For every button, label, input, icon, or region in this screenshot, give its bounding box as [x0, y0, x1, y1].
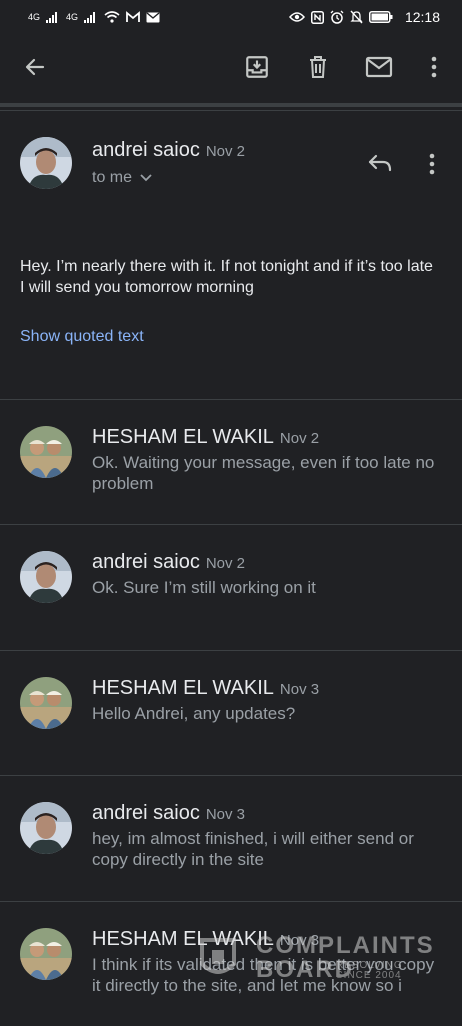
- header-divider: [0, 103, 462, 107]
- bell-off-icon: [350, 10, 363, 24]
- message-row[interactable]: andrei saioc Nov 2 Ok. Sure I’m still wor…: [0, 524, 462, 649]
- alarm-icon: [330, 10, 344, 24]
- message-date: Nov 2: [205, 143, 246, 160]
- sender-name: HESHAM EL WAKIL Nov 3: [92, 677, 319, 700]
- signal-icon: [84, 12, 96, 23]
- sender-name-text: andrei saioc: [92, 139, 200, 161]
- sender-name-text: HESHAM EL WAKIL: [92, 426, 274, 448]
- message-row[interactable]: HESHAM EL WAKIL Nov 2 Ok. Waiting your me…: [0, 399, 462, 524]
- mail-notification-icon: [146, 11, 160, 22]
- avatar-andrei: [20, 137, 72, 189]
- archive-icon: [246, 56, 268, 78]
- avatar-hesham: [20, 928, 72, 980]
- avatar: [20, 677, 72, 729]
- chevron-down-icon: [140, 174, 152, 182]
- archive-button[interactable]: [242, 52, 272, 82]
- avatar: [20, 426, 72, 478]
- trash-icon: [310, 56, 326, 78]
- wifi-icon: [104, 11, 120, 23]
- avatar: [20, 551, 72, 603]
- watermark-logo-icon: [200, 938, 236, 974]
- status-right: 12:18: [288, 9, 440, 25]
- avatar[interactable]: [20, 137, 72, 189]
- network-label-2: 4G: [66, 11, 79, 22]
- message-snippet: Ok. Sure I’m still working on it: [92, 578, 316, 597]
- message-date: Nov 2: [205, 555, 246, 572]
- avatar-andrei: [20, 551, 72, 603]
- recipient-details[interactable]: to me: [92, 169, 152, 187]
- watermark-since: SINCE 2004: [336, 970, 402, 981]
- message-more-button[interactable]: [424, 151, 440, 177]
- show-quoted-text-link[interactable]: Show quoted text: [20, 328, 144, 346]
- more-vert-icon: [431, 56, 437, 78]
- message-row[interactable]: HESHAM EL WAKIL Nov 3 Hello Andrei, any u…: [0, 650, 462, 775]
- recipient-label: to me: [92, 169, 133, 186]
- avatar-hesham: [20, 677, 72, 729]
- reply-icon: [368, 154, 392, 172]
- back-button[interactable]: [20, 52, 50, 82]
- message-snippet: hey, im almost finished, i will either s…: [92, 829, 414, 869]
- eye-icon: [288, 12, 305, 22]
- battery-icon: [368, 11, 393, 23]
- more-options-button[interactable]: [419, 52, 449, 82]
- message-date: Nov 3: [279, 681, 320, 698]
- avatar: [20, 802, 72, 854]
- message-date: Nov 3: [205, 806, 246, 823]
- nfc-icon: [310, 10, 324, 24]
- message-date: Nov 2: [279, 430, 320, 447]
- avatar-hesham: [20, 426, 72, 478]
- more-vert-icon: [429, 153, 435, 175]
- complaints-board-watermark: COMPLAINTS BOARD RESOLVING SINCE 2004: [198, 930, 433, 983]
- top-app-bar: [0, 34, 462, 102]
- message-snippet: Hello Andrei, any updates?: [92, 704, 296, 723]
- avatar: [20, 928, 72, 980]
- arrow-left-icon: [25, 58, 45, 76]
- message-snippet: Ok. Waiting your message, even if too la…: [92, 453, 435, 493]
- sender-name-text: HESHAM EL WAKIL: [92, 677, 274, 699]
- status-left: 4G 4G: [28, 11, 160, 23]
- sender-name: andrei saioc Nov 3: [92, 802, 245, 825]
- message-row[interactable]: andrei saioc Nov 3 hey, im almost finishe…: [0, 775, 462, 900]
- reply-button[interactable]: [364, 149, 396, 177]
- sender-name: andrei saioc Nov 2: [92, 139, 245, 162]
- network-label-1: 4G: [28, 11, 41, 22]
- sender-name-text: andrei saioc: [92, 551, 200, 573]
- status-bar: 4G 4G 12:18: [0, 0, 462, 34]
- sender-name: HESHAM EL WAKIL Nov 2: [92, 426, 319, 449]
- message-body: Hey. I’m nearly there with it. If not to…: [20, 258, 433, 296]
- mark-unread-button[interactable]: [364, 52, 394, 82]
- sender-name: andrei saioc Nov 2: [92, 551, 245, 574]
- clock: 12:18: [404, 9, 440, 25]
- sender-name-text: andrei saioc: [92, 802, 200, 824]
- signal-icon: [46, 12, 58, 23]
- gmail-icon: [126, 11, 140, 22]
- expanded-message: andrei saioc Nov 2 to me Hey. I’m nearly …: [0, 111, 462, 399]
- avatar-andrei: [20, 802, 72, 854]
- mail-icon: [365, 56, 393, 78]
- delete-button[interactable]: [303, 52, 333, 82]
